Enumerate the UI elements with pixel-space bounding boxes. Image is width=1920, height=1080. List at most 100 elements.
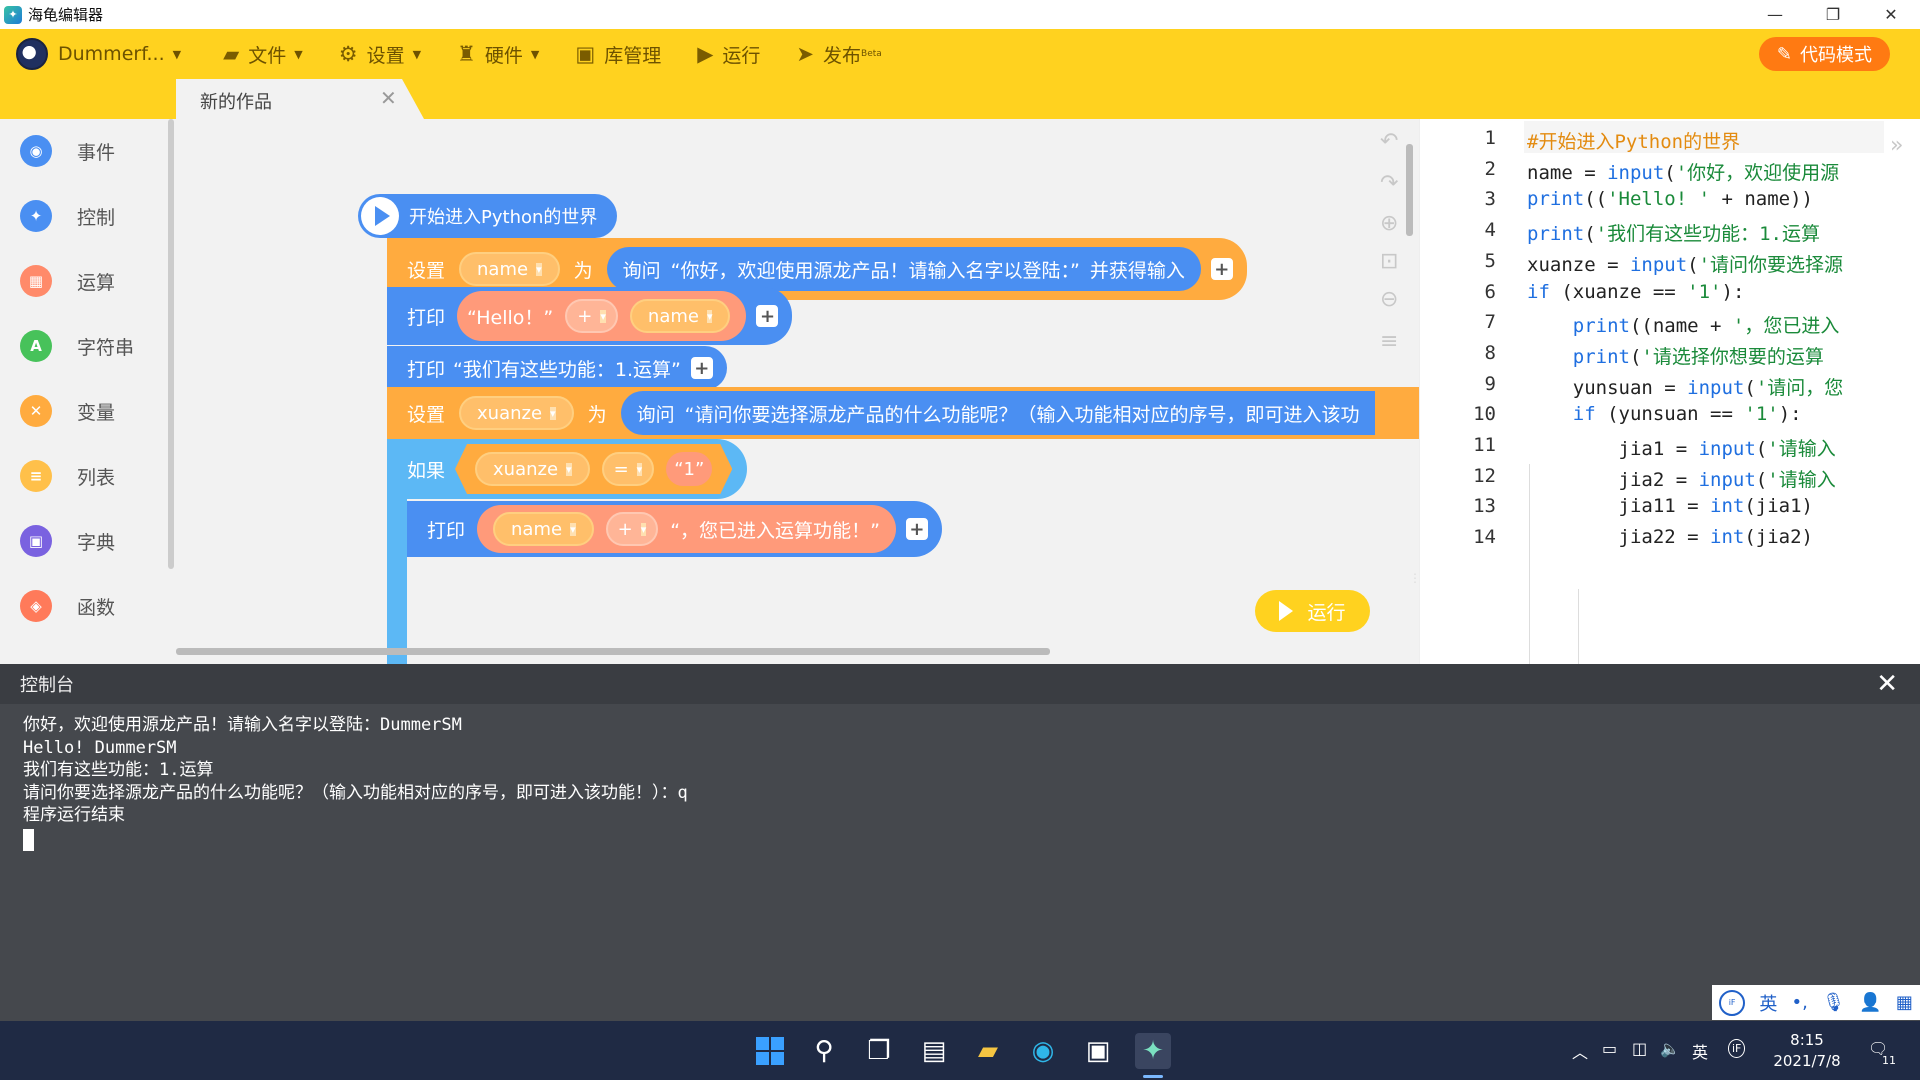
one-string[interactable]: “1” [666,452,712,486]
zoom-in-icon[interactable]: ⊕ [1380,211,1398,236]
edge-icon[interactable]: ◉ [1025,1033,1061,1069]
condition-block[interactable]: xuanze ▾ = ▾ “1” [455,444,732,494]
zoom-out-icon[interactable]: ⊖ [1380,287,1398,312]
sidebar-item-7[interactable]: ◈ 函数 [20,590,115,622]
close-window-button[interactable]: ✕ [1862,0,1920,29]
code-line[interactable]: if (xuanze == '1'): [1527,281,1744,303]
code-line[interactable]: print('我们有这些功能：1.运算 [1527,219,1820,246]
workspace-vscroll[interactable] [1406,144,1413,236]
user-menu[interactable]: Dummerf... ▼ [58,43,181,65]
redo-icon[interactable]: ↷ [1380,171,1398,196]
widgets-icon[interactable]: ▤ [916,1033,952,1069]
variable-slot[interactable]: name ▾ [629,299,731,333]
variable-slot[interactable]: name ▾ [493,512,594,546]
sidebar-item-5[interactable]: ≡ 列表 [20,460,115,492]
variable-slot[interactable]: name ▾ [459,252,560,286]
search-icon[interactable]: ⚲ [806,1033,842,1069]
tray-ime-lang[interactable]: 英 [1692,1039,1708,1063]
code-mode-button[interactable]: ✎ 代码模式 [1758,37,1890,71]
store-icon[interactable]: ▣ [1080,1033,1116,1069]
tab-new-project[interactable]: 新的作品 ✕ [176,79,424,119]
block-workspace[interactable]: ↶ ↷ ⊕ ⊡ ⊖ ≡ ⋮ 开始进入Python的世界 设置 name ▾ 为 询… [176,119,1419,664]
restore-button[interactable]: ❐ [1804,0,1862,29]
ifly-logo-icon[interactable]: iF [1719,989,1746,1016]
set-xuanze-block[interactable]: 设置 xuanze ▾ 为 询问 “请问你要选择源龙产品的什么功能呢？（输入功能相… [387,387,1419,439]
align-icon[interactable]: ≡ [1380,329,1398,354]
battery-icon[interactable]: ▭ [1602,1039,1617,1058]
print-entered-block[interactable]: 打印 name ▾ + ▾ “，您已进入运算功能！” + [407,501,942,557]
microphone-icon[interactable]: 🎙 [1822,992,1845,1013]
ifly-tray-icon[interactable]: iF [1728,1039,1746,1058]
sidebar-item-4[interactable]: ✕ 变量 [20,395,115,427]
punctuation-icon[interactable]: •, [1792,992,1808,1013]
zoom-reset-icon[interactable]: ⊡ [1380,249,1398,274]
entered-string[interactable]: “，您已进入运算功能！” [670,516,880,543]
task-view-icon[interactable]: ❐ [861,1033,897,1069]
add-param-icon[interactable]: + [690,357,713,379]
sidebar-item-6[interactable]: ▣ 字典 [20,525,115,557]
system-clock[interactable]: 8:15 2021/7/8 [1760,1030,1854,1072]
code-line[interactable]: name = input('你好，欢迎使用源 [1527,158,1839,185]
sidebar-item-1[interactable]: ✦ 控制 [20,200,115,232]
tab-close-icon[interactable]: ✕ [380,86,397,110]
collapse-handle-icon[interactable]: ⋮ [1409,571,1419,585]
add-param-icon[interactable]: + [1210,258,1233,280]
code-line[interactable]: jia11 = int(jia1) [1527,495,1814,517]
volume-icon[interactable]: 🔈 [1660,1039,1680,1058]
settings-menu[interactable]: ⚙ 设置 ▼ [339,41,421,68]
library-button[interactable]: ▣ 库管理 [575,41,661,68]
variable-slot[interactable]: xuanze ▾ [475,452,590,486]
user-icon[interactable]: 👤 [1859,992,1881,1013]
sidebar-item-2[interactable]: ▦ 运算 [20,265,115,297]
ime-lang-button[interactable]: 英 [1759,990,1777,1016]
ask-prompt[interactable]: “你好，欢迎使用源龙产品！请输入名字以登陆：” [671,256,1080,283]
minimize-button[interactable]: — [1746,0,1804,29]
op-dropdown[interactable]: = ▾ [602,452,655,486]
grid-icon[interactable]: ▦ [1896,992,1913,1013]
console-close-icon[interactable]: ✕ [1876,669,1898,699]
code-line[interactable]: print(('Hello! ' + name)) [1527,188,1813,210]
hello-string[interactable]: “Hello！” [467,303,553,330]
start-hat-block[interactable]: 开始进入Python的世界 [358,194,618,238]
print-hello-block[interactable]: 打印 “Hello！” + ▾ name ▾ + [387,287,793,345]
undo-icon[interactable]: ↶ [1380,129,1398,154]
concat-block[interactable]: “Hello！” + ▾ name ▾ [457,291,747,341]
op-dropdown[interactable]: + ▾ [565,299,618,333]
sidebar-scrollbar[interactable] [168,119,174,569]
sidebar-item-0[interactable]: ◉ 事件 [20,135,115,167]
concat-block[interactable]: name ▾ + ▾ “，您已进入运算功能！” [477,505,896,553]
file-menu[interactable]: ▰ 文件 ▼ [223,41,303,68]
start-icon[interactable] [752,1033,788,1069]
code-line[interactable]: if (yunsuan == '1'): [1527,403,1802,425]
ask-prompt[interactable]: “请问你要选择源龙产品的什么功能呢？（输入功能相对应的序号，即可进入该功 [685,400,1360,427]
code-line[interactable]: jia22 = int(jia2) [1527,526,1814,548]
publish-button[interactable]: ➤ 发布 Beta [796,41,881,68]
code-pane[interactable]: » 1 #开始进入Python的世界 2 name = input('你好，欢迎使用源… [1419,119,1920,664]
features-string[interactable]: “我们有这些功能：1.运算” [453,355,681,382]
ask-block[interactable]: 询问 “请问你要选择源龙产品的什么功能呢？（输入功能相对应的序号，即可进入该功 [620,391,1376,435]
code-line[interactable]: jia2 = input('请输入 [1527,465,1836,492]
code-line[interactable]: print('请选择你想要的运算 [1527,342,1824,369]
ask-block[interactable]: 询问 “你好，欢迎使用源龙产品！请输入名字以登陆：” 并获得输入 [606,247,1201,291]
code-line[interactable]: xuanze = input('请问你要选择源 [1527,250,1843,277]
add-param-icon[interactable]: + [756,305,779,327]
avatar[interactable] [16,38,48,70]
console-output[interactable]: 你好，欢迎使用源龙产品！请输入名字以登陆：DummerSM Hello! Dumm… [0,704,1920,851]
if-block[interactable]: 如果 xuanze ▾ = ▾ “1” [387,439,747,499]
file-explorer-icon[interactable]: ▰ [970,1033,1006,1069]
run-button[interactable]: 运行 [1255,590,1370,632]
variable-slot[interactable]: xuanze ▾ [459,396,574,430]
add-param-icon[interactable]: + [905,518,928,540]
sidebar-item-3[interactable]: A 字符串 [20,330,134,362]
code-line[interactable]: yunsuan = input('请问，您 [1527,373,1844,400]
run-menu-button[interactable]: ▶ 运行 [697,41,760,68]
op-dropdown[interactable]: + ▾ [605,512,659,546]
hardware-menu[interactable]: ♜ 硬件 ▼ [457,41,539,68]
print-features-block[interactable]: 打印 “我们有这些功能：1.运算” + [387,346,727,390]
code-line[interactable]: #开始进入Python的世界 [1527,127,1740,154]
turtle-editor-taskbar-icon[interactable]: ✦ [1135,1033,1171,1069]
workspace-hscroll[interactable] [176,648,1050,655]
code-line[interactable]: jia1 = input('请输入 [1527,434,1836,461]
code-line[interactable]: print((name + '，您已进入 [1527,311,1840,338]
chevron-up-icon[interactable]: ︿ [1572,1039,1588,1063]
